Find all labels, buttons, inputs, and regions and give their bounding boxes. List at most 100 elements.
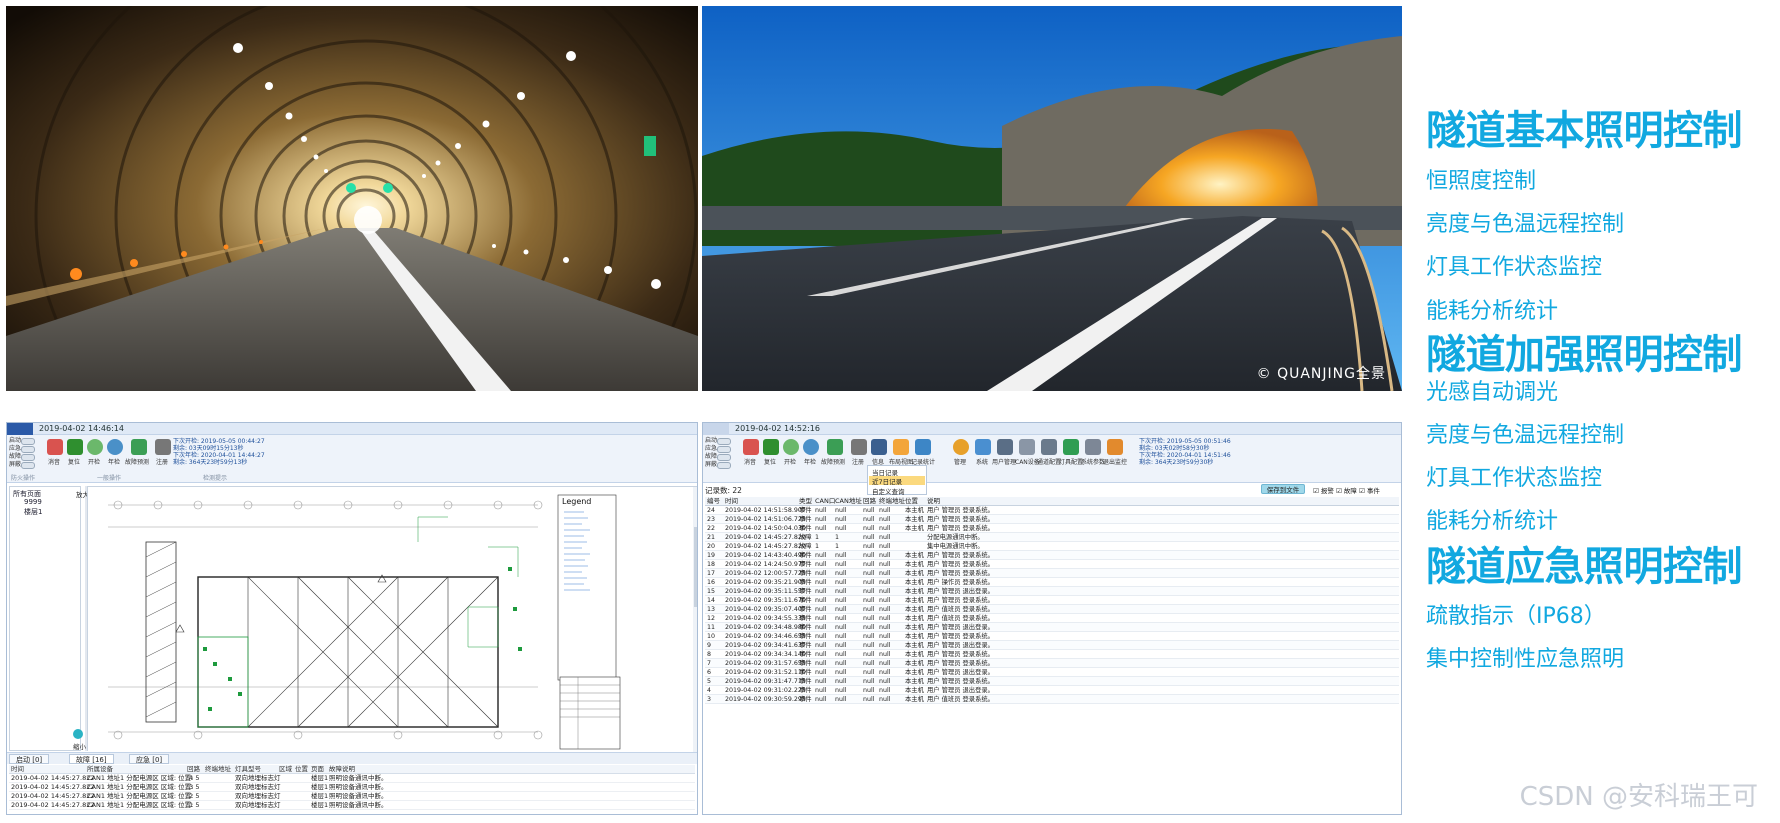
table-cell: 2019-04-02 09:35:11.557 (725, 588, 806, 595)
reset-icon[interactable] (67, 439, 83, 455)
table-cell: 2019-04-02 09:35:07.407 (725, 606, 806, 613)
table-cell: null (879, 534, 891, 541)
floorplan-canvas[interactable]: Legend (87, 486, 697, 752)
mute-icon[interactable] (47, 439, 63, 455)
table-cell: 故障 (799, 534, 812, 541)
table-cell: 事件 (799, 624, 812, 631)
layout-view-icon[interactable] (893, 439, 909, 455)
table-row[interactable]: 22 2019-04-02 14:50:04.030 事件 null null null n… (705, 524, 1399, 533)
can-device-icon[interactable] (1019, 439, 1035, 455)
table-row[interactable]: 10 2019-04-02 09:34:46.653 事件 null null null n… (705, 632, 1399, 641)
table-cell: 14 (707, 597, 716, 604)
info-icon[interactable] (871, 439, 887, 455)
status-toggle[interactable] (21, 438, 35, 445)
side-status-labels: 启动 应急 故障 屏蔽 (705, 437, 718, 468)
feature-item: 能耗分析统计 (1426, 299, 1559, 324)
monthly-check-icon[interactable] (87, 439, 103, 455)
table-cell: null (815, 606, 827, 613)
app-menu-button[interactable] (7, 423, 33, 435)
table-row[interactable]: 5 2019-04-02 09:31:47.713 事件 null null null nu… (705, 677, 1399, 686)
manage-gear-icon[interactable] (953, 439, 969, 455)
status-toggle[interactable] (21, 462, 35, 469)
checkbox-event[interactable]: ☑ (1359, 487, 1367, 495)
mute-button-label: 消音 (48, 459, 61, 466)
table-row[interactable]: 12 2019-04-02 09:34:55.333 事件 null null null n… (705, 614, 1399, 623)
system-params-icon[interactable] (1085, 439, 1101, 455)
table-cell: 10 (707, 633, 716, 640)
app-menu-button[interactable] (703, 423, 729, 435)
table-row[interactable]: 2019-04-02 14:45:27.822 CAN1 地址1 分配电源区 区域… (9, 783, 695, 792)
table-row[interactable]: 2019-04-02 14:45:27.822 CAN1 地址1 分配电源区 区域… (9, 774, 695, 783)
table-row[interactable]: 15 2019-04-02 09:35:11.557 事件 null null null n… (705, 587, 1399, 596)
table-row[interactable]: 18 2019-04-02 14:24:50.977 事件 null null null n… (705, 560, 1399, 569)
table-cell: 事件 (799, 552, 812, 559)
table-row[interactable]: 4 2019-04-02 09:31:02.223 事件 null null null nu… (705, 686, 1399, 695)
register-icon[interactable] (851, 439, 867, 455)
tab-emergency[interactable]: 应急 [0] (129, 754, 170, 764)
status-toggle[interactable] (717, 462, 731, 469)
status-toggle[interactable] (717, 438, 731, 445)
annual-check-icon[interactable] (803, 439, 819, 455)
table-row[interactable]: 14 2019-04-02 09:35:11.670 事件 null null null n… (705, 596, 1399, 605)
tab-start[interactable]: 启动 [0] (9, 754, 50, 764)
register-icon[interactable] (155, 439, 171, 455)
zoom-thumb[interactable] (73, 729, 83, 739)
table-cell: 用户 管理员 登录系统。 (927, 660, 994, 667)
table-row[interactable]: 7 2019-04-02 09:31:57.653 事件 null null null nu… (705, 659, 1399, 668)
record-count: 记录数: 22 (705, 486, 742, 495)
annual-check-icon[interactable] (107, 439, 123, 455)
checkbox-fault[interactable]: ☑ (1336, 487, 1344, 495)
monthly-check-icon[interactable] (783, 439, 799, 455)
reset-icon[interactable] (763, 439, 779, 455)
table-row[interactable]: 17 2019-04-02 12:00:57.723 事件 null null null n… (705, 569, 1399, 578)
fault-predict-icon[interactable] (131, 439, 147, 455)
table-row[interactable]: 9 2019-04-02 09:34:41.637 事件 null null null nu… (705, 641, 1399, 650)
checkbox-alarm[interactable]: ☑ (1313, 487, 1321, 495)
table-row[interactable]: 23 2019-04-02 14:51:06.723 事件 null null null n… (705, 515, 1399, 524)
mute-icon[interactable] (743, 439, 759, 455)
user-manage-icon[interactable] (997, 439, 1013, 455)
status-toggle[interactable] (21, 454, 35, 461)
table-row[interactable]: 3 2019-04-02 09:30:59.293 事件 null null null nu… (705, 695, 1399, 704)
menu-item-custom-query[interactable]: 自定义查询 (872, 486, 905, 496)
table-row[interactable]: 11 2019-04-02 09:34:48.980 事件 null null null n… (705, 623, 1399, 632)
zoom-out-label[interactable]: 缩小 (73, 741, 86, 751)
monitor-floorplan-window: 2019-04-02 14:46:14 启动 应急 故障 屏蔽 防火操作 消音 … (6, 422, 698, 815)
lamp-config-icon[interactable] (1063, 439, 1079, 455)
menu-item-last7days[interactable]: 近7日记录 (869, 476, 925, 486)
exit-monitor-icon[interactable] (1107, 439, 1123, 455)
table-row[interactable]: 6 2019-04-02 09:31:52.110 事件 null null null nu… (705, 668, 1399, 677)
fault-table: 时间 所属设备 回路 终端地址 灯具型号 区域 位置 页面 故障说明 2019-… (9, 765, 695, 812)
table-row[interactable]: 21 2019-04-02 14:45:27.820 故障 1 1 null null 分配电… (705, 533, 1399, 542)
table-row[interactable]: 16 2019-04-02 09:35:21.903 事件 null null null n… (705, 578, 1399, 587)
table-cell: 用户 管理员 退出登录。 (927, 642, 994, 649)
table-row[interactable]: 19 2019-04-02 14:43:40.490 事件 null null null n… (705, 551, 1399, 560)
table-cell: null (879, 597, 891, 604)
table-row[interactable]: 8 2019-04-02 09:34:34.140 事件 null null null nu… (705, 650, 1399, 659)
table-cell: 本主机 (905, 606, 924, 613)
table-cell: 2019-04-02 09:34:46.653 (725, 633, 806, 640)
tree-node[interactable]: 9999 (24, 498, 42, 506)
table-cell: null (863, 570, 875, 577)
table-cell: 用户 管理员 登录系统。 (927, 507, 994, 514)
table-row[interactable]: 2019-04-02 14:45:27.822 CAN1 地址1 分配电源区 区域… (9, 792, 695, 801)
tab-fault[interactable]: 故障 [16] (69, 754, 114, 764)
status-toggle[interactable] (21, 446, 35, 453)
table-row[interactable]: 24 2019-04-02 14:51:58.907 事件 null null null n… (705, 506, 1399, 515)
save-to-file-button[interactable]: 保存到文件 (1261, 484, 1305, 494)
table-row[interactable]: 13 2019-04-02 09:35:07.407 事件 null null null n… (705, 605, 1399, 614)
system-icon[interactable] (975, 439, 991, 455)
monthly-check-label: 开检 (88, 459, 101, 466)
channel-config-icon[interactable] (1041, 439, 1057, 455)
table-cell: 17 (707, 570, 716, 577)
table-cell: 本主机 (905, 516, 924, 523)
table-row[interactable]: 20 2019-04-02 14:45:27.820 故障 1 1 null null 集中电… (705, 542, 1399, 551)
fault-predict-icon[interactable] (827, 439, 843, 455)
table-cell: null (863, 669, 875, 676)
record-stats-icon[interactable] (915, 439, 931, 455)
status-toggle[interactable] (717, 454, 731, 461)
table-cell: 本主机 (905, 660, 924, 667)
status-toggle[interactable] (717, 446, 731, 453)
table-row[interactable]: 2019-04-02 14:45:27.822 CAN1 地址1 分配电源区 区域… (9, 801, 695, 810)
tree-node-floor1[interactable]: 楼层1 (24, 507, 42, 517)
